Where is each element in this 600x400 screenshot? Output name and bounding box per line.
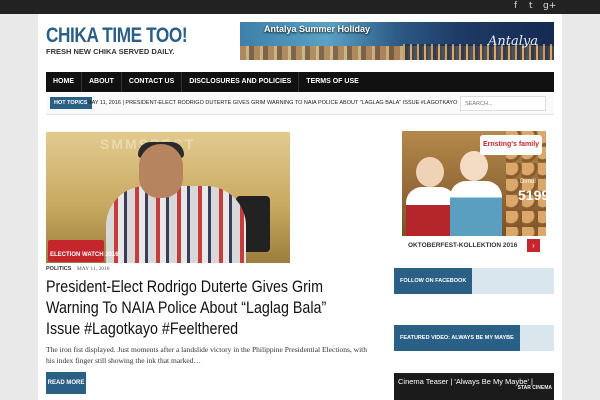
read-more-button[interactable]: READ MORE: [46, 372, 86, 394]
post-title[interactable]: President-Elect Rodrigo Duterte Gives Gr…: [46, 276, 332, 339]
video-widget-header: FEATURED VIDEO: ALWAYS BE MY MAYBE: [394, 325, 554, 351]
site-title[interactable]: CHIKA TIME TOO!: [46, 24, 188, 48]
page-container: CHIKA TIME TOO! FRESH NEW CHIKA SERVED D…: [38, 14, 562, 400]
twitter-icon[interactable]: t: [529, 1, 533, 12]
post-excerpt: The iron fist displayed. Just moments af…: [46, 345, 367, 365]
ad-arrow-icon[interactable]: ›: [527, 239, 540, 252]
ad-price-label: Dirndl: [520, 179, 536, 185]
main-nav: HOME ABOUT CONTACT US DISCLOSURES AND PO…: [46, 72, 554, 92]
header-ad-banner[interactable]: Antalya Summer Holiday Antalya: [240, 22, 554, 60]
video-widget-title: FEATURED VIDEO: ALWAYS BE MY MAYBE: [394, 325, 520, 351]
post-meta: POLITICS MAY 11, 2016: [46, 266, 109, 272]
video-channel-logo: STAR CINEMA: [517, 385, 552, 391]
election-watch-logo: [48, 240, 104, 262]
banner-brand-logo: Antalya: [488, 34, 538, 49]
site-tagline: FRESH NEW CHIKA SERVED DAILY.: [46, 47, 175, 56]
featured-video[interactable]: Cinema Teaser | 'Always Be My Maybe' | S…: [394, 373, 554, 400]
facebook-widget-title: FOLLOW ON FACEBOOK: [394, 268, 473, 294]
image-person-shirt: [106, 186, 246, 263]
image-person-head: [139, 144, 183, 198]
nav-about[interactable]: ABOUT: [81, 72, 121, 92]
hot-topic-link[interactable]: MAY 11, 2016 | PRESIDENT-ELECT RODRIGO D…: [87, 97, 457, 109]
ad-caption: OKTOBERFEST-KOLLEKTION 2016: [408, 242, 518, 249]
election-watch-text: ELECTION WATCH 2016: [50, 252, 119, 258]
post-category[interactable]: POLITICS: [46, 266, 71, 272]
ad-price: 5199: [518, 187, 546, 203]
nav-terms[interactable]: TERMS OF USE: [298, 72, 366, 92]
google-plus-icon[interactable]: g+: [543, 1, 556, 12]
facebook-icon[interactable]: f: [514, 1, 517, 12]
post-date: MAY 11, 2016: [76, 266, 110, 272]
top-bar: f t g+: [0, 0, 600, 14]
nav-contact-us[interactable]: CONTACT US: [120, 72, 181, 92]
sidebar-ad[interactable]: Ernsting's family Dirndl 5199 OKTOBERFES…: [402, 131, 546, 254]
hot-topics-label: HOT TOPICS: [50, 97, 92, 109]
ad-brand-logo: Ernsting's family: [480, 135, 542, 155]
video-title: Cinema Teaser | 'Always Be My Maybe' |: [398, 377, 534, 386]
featured-image[interactable]: SMMSPECT ELECTION WATCH 2016: [46, 132, 290, 263]
banner-text: Antalya Summer Holiday: [264, 24, 371, 34]
nav-disclosures[interactable]: DISCLOSURES AND POLICIES: [181, 72, 298, 92]
nav-home[interactable]: HOME: [46, 72, 81, 92]
search-input[interactable]: [460, 96, 546, 111]
facebook-widget-header: FOLLOW ON FACEBOOK: [394, 268, 554, 294]
hot-topics-bar: HOT TOPICS MAY 11, 2016 | PRESIDENT-ELEC…: [46, 93, 554, 115]
